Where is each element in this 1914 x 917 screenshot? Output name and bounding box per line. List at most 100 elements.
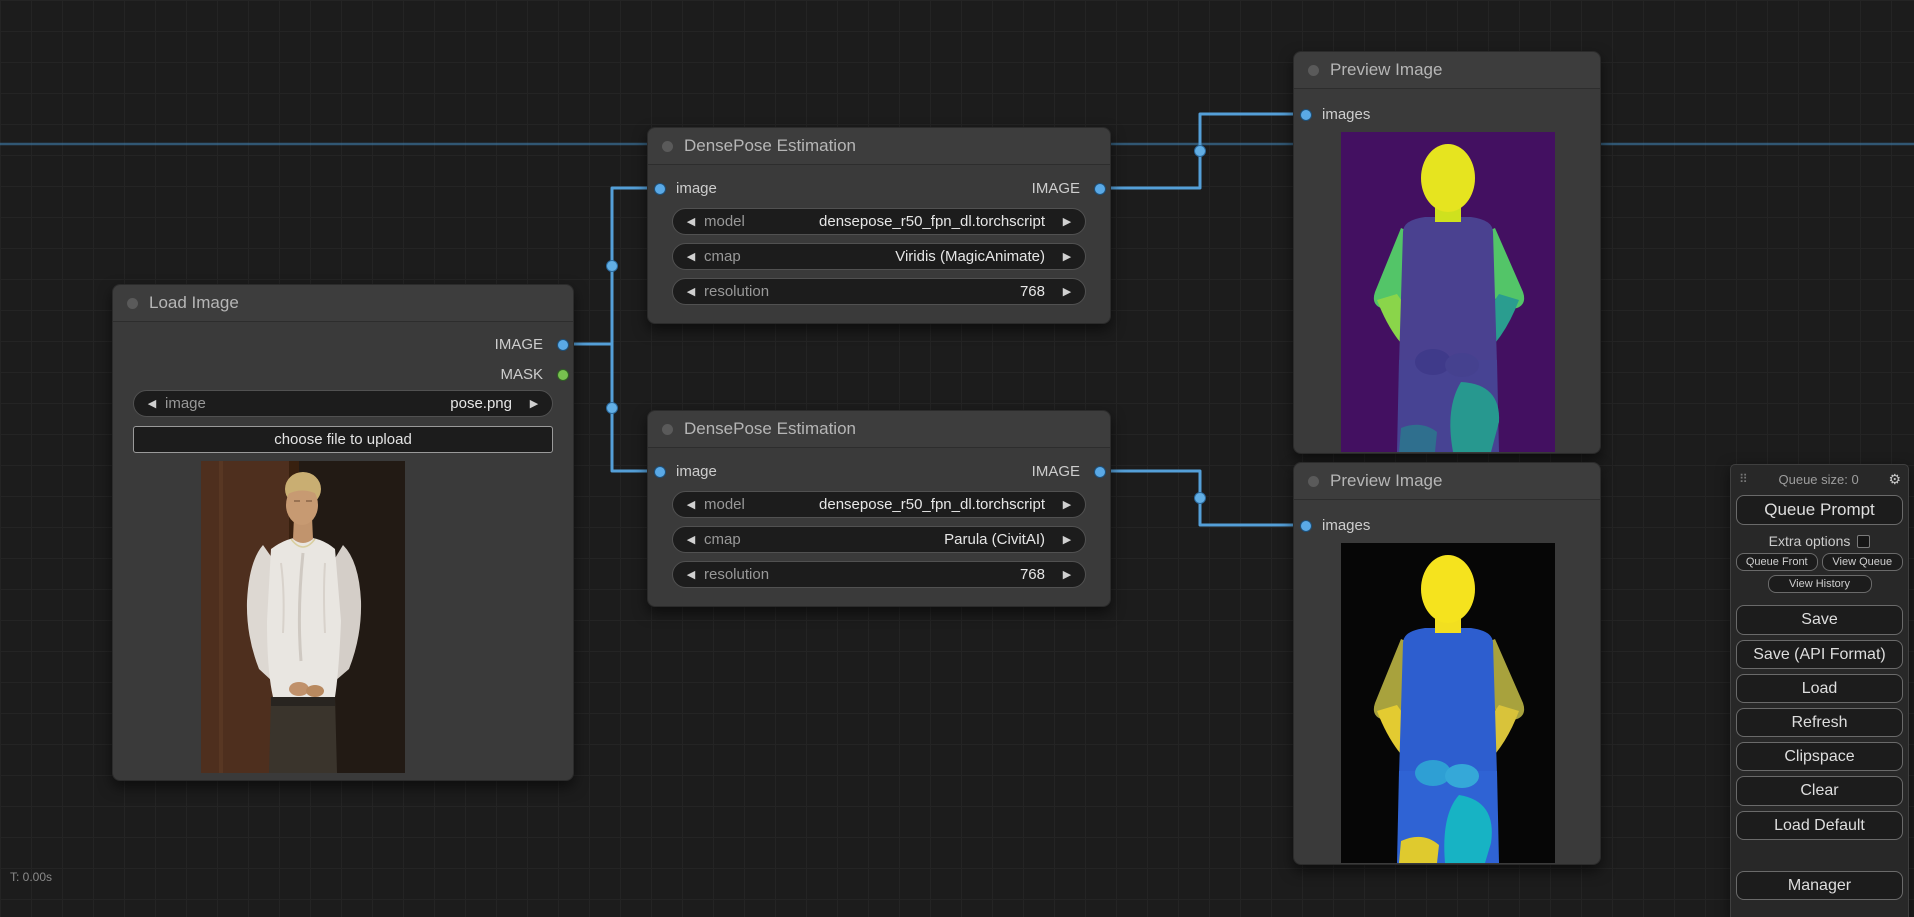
widget-value: Parula (CivitAI) (944, 531, 1045, 548)
prev-arrow-icon[interactable]: ◀ (682, 498, 700, 511)
cmap-widget[interactable]: ◀ cmap Viridis (MagicAnimate) ▶ (672, 243, 1086, 270)
extra-options-checkbox[interactable] (1857, 534, 1871, 548)
model-widget[interactable]: ◀ model densepose_r50_fpn_dl.torchscript… (672, 491, 1086, 518)
prev-arrow-icon[interactable]: ◀ (143, 397, 161, 410)
model-widget[interactable]: ◀ model densepose_r50_fpn_dl.torchscript… (672, 208, 1086, 235)
output-label-image: IMAGE (494, 336, 543, 353)
decrement-arrow-icon[interactable]: ◀ (682, 568, 700, 581)
load-button[interactable]: Load (1736, 673, 1903, 703)
input-label-image: image (676, 180, 717, 197)
clear-button[interactable]: Clear (1736, 776, 1903, 806)
decrement-arrow-icon[interactable]: ◀ (682, 285, 700, 298)
node-titlebar[interactable]: Preview Image (1294, 463, 1600, 500)
collapse-dot-icon[interactable] (1308, 475, 1319, 487)
widget-label: model (704, 213, 745, 230)
widget-value: densepose_r50_fpn_dl.torchscript (819, 213, 1045, 230)
widget-value: pose.png (450, 395, 512, 412)
stat-line: T: 0.00s (10, 870, 53, 884)
widget-value: densepose_r50_fpn_dl.torchscript (819, 496, 1045, 513)
next-arrow-icon[interactable]: ▶ (525, 397, 543, 410)
manager-button[interactable]: Manager (1736, 870, 1903, 900)
collapse-dot-icon[interactable] (662, 423, 673, 435)
refresh-button[interactable]: Refresh (1736, 707, 1903, 738)
densepose-result-parula (1341, 543, 1555, 863)
output-slot-image[interactable] (1094, 183, 1106, 195)
output-label-image: IMAGE (1031, 463, 1080, 480)
output-slot-image[interactable] (557, 339, 569, 351)
prev-arrow-icon[interactable]: ◀ (682, 533, 700, 546)
input-label-image: image (676, 463, 717, 480)
node-titlebar[interactable]: Load Image (113, 285, 573, 322)
collapse-dot-icon[interactable] (662, 140, 673, 152)
input-slot-images[interactable] (1300, 109, 1312, 121)
cmap-widget[interactable]: ◀ cmap Parula (CivitAI) ▶ (672, 526, 1086, 553)
settings-gear-icon[interactable]: ⚙ (1886, 471, 1903, 488)
widget-label: model (704, 496, 745, 513)
collapse-dot-icon[interactable] (127, 297, 138, 309)
widget-label: image (165, 395, 206, 412)
node-titlebar[interactable]: DensePose Estimation (648, 411, 1110, 448)
widget-label: resolution (704, 283, 770, 300)
node-densepose-top[interactable]: DensePose Estimation image IMAGE ◀ model… (647, 127, 1111, 324)
output-slot-image[interactable] (1094, 466, 1106, 478)
extra-options-label: Extra options (1768, 533, 1851, 550)
node-title: Preview Image (1330, 60, 1443, 79)
widget-label: resolution (704, 566, 770, 583)
resolution-widget[interactable]: ◀ resolution 768 ▶ (672, 561, 1086, 588)
image-filename-widget[interactable]: ◀ image pose.png ▶ (133, 390, 553, 417)
clipspace-button[interactable]: Clipspace (1736, 742, 1903, 772)
view-history-button[interactable]: View History (1767, 575, 1872, 594)
extra-options-row: Extra options (1736, 533, 1903, 549)
load-default-button[interactable]: Load Default (1736, 810, 1903, 840)
output-label-image: IMAGE (1031, 180, 1080, 197)
next-arrow-icon[interactable]: ▶ (1058, 250, 1076, 263)
graph-canvas[interactable]: Load Image IMAGE MASK ◀ image pose.png ▶… (0, 0, 1914, 917)
view-queue-button[interactable]: View Queue (1821, 553, 1903, 572)
node-titlebar[interactable]: DensePose Estimation (648, 128, 1110, 165)
queue-prompt-button[interactable]: Queue Prompt (1736, 495, 1903, 526)
node-densepose-bottom[interactable]: DensePose Estimation image IMAGE ◀ model… (647, 410, 1111, 607)
widget-label: cmap (704, 248, 741, 265)
queue-controls-row: Queue Front View Queue (1736, 553, 1903, 572)
menu-spacer (1736, 840, 1903, 866)
input-slot-image[interactable] (654, 466, 666, 478)
output-slot-mask[interactable] (557, 369, 569, 381)
widget-value: 768 (1019, 566, 1045, 583)
comfy-menu-panel: ⠿ Queue size: 0 ⚙ Queue Prompt Extra opt… (1730, 464, 1909, 917)
input-slot-image[interactable] (654, 183, 666, 195)
wire-midpoint-dot[interactable] (606, 402, 618, 414)
input-label-images: images (1322, 106, 1371, 123)
wire-midpoint-dot[interactable] (1194, 492, 1206, 504)
densepose-result-viridis (1341, 132, 1555, 452)
widget-label: cmap (704, 531, 741, 548)
queue-front-button[interactable]: Queue Front (1736, 553, 1818, 572)
prev-arrow-icon[interactable]: ◀ (682, 215, 700, 228)
next-arrow-icon[interactable]: ▶ (1058, 498, 1076, 511)
save-api-button[interactable]: Save (API Format) (1736, 639, 1903, 669)
drag-handle-icon[interactable]: ⠿ (1736, 472, 1751, 486)
canvas-perf-stats: T: 0.00s I: 0 N: 5 [5] V: 34 FPS:59.52 (10, 840, 67, 917)
resolution-widget[interactable]: ◀ resolution 768 ▶ (672, 278, 1086, 305)
save-button[interactable]: Save (1736, 605, 1903, 635)
output-label-mask: MASK (500, 366, 543, 383)
increment-arrow-icon[interactable]: ▶ (1058, 285, 1076, 298)
prev-arrow-icon[interactable]: ◀ (682, 250, 700, 263)
choose-file-button[interactable]: choose file to upload (133, 426, 553, 453)
increment-arrow-icon[interactable]: ▶ (1058, 568, 1076, 581)
widget-value: Viridis (MagicAnimate) (895, 248, 1045, 265)
node-titlebar[interactable]: Preview Image (1294, 52, 1600, 89)
wire-midpoint-dot[interactable] (606, 260, 618, 272)
next-arrow-icon[interactable]: ▶ (1058, 533, 1076, 546)
queue-size-label: Queue size: (1778, 471, 1848, 487)
input-label-images: images (1322, 517, 1371, 534)
collapse-dot-icon[interactable] (1308, 64, 1319, 76)
node-title: Preview Image (1330, 471, 1443, 490)
wire-midpoint-dot[interactable] (1194, 145, 1206, 157)
input-slot-images[interactable] (1300, 520, 1312, 532)
queue-size-value: 0 (1851, 471, 1859, 487)
widget-value: 768 (1019, 283, 1045, 300)
node-preview-image-bottom[interactable]: Preview Image images (1293, 462, 1601, 865)
next-arrow-icon[interactable]: ▶ (1058, 215, 1076, 228)
node-load-image[interactable]: Load Image IMAGE MASK ◀ image pose.png ▶… (112, 284, 574, 781)
node-preview-image-top[interactable]: Preview Image images (1293, 51, 1601, 454)
